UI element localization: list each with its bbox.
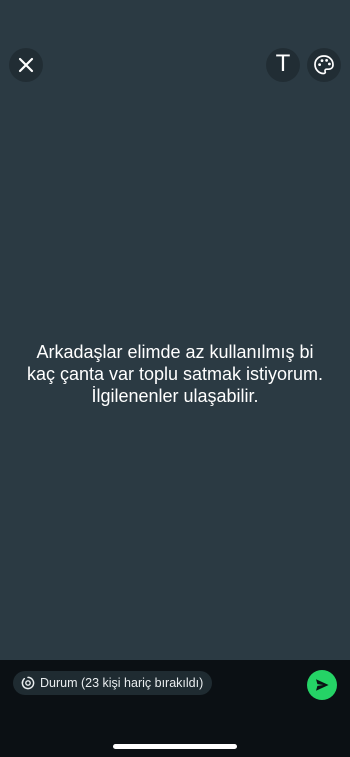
status-audience-selector[interactable]: Durum (23 kişi hariç bırakıldı) <box>13 671 213 695</box>
close-icon <box>18 57 34 73</box>
status-composer-screen: T Arkadaşlar elimde az kullanılmış bi ka… <box>0 0 350 757</box>
send-icon <box>316 679 329 691</box>
status-text[interactable]: Arkadaşlar elimde az kullanılmış bi kaç … <box>20 341 330 407</box>
text-tool-icon: T <box>276 52 290 77</box>
status-ring-icon <box>21 676 35 690</box>
send-button[interactable] <box>307 670 337 700</box>
close-button[interactable] <box>9 48 43 82</box>
top-toolbar: T <box>0 0 350 100</box>
home-indicator[interactable] <box>113 744 237 749</box>
bottom-bar: Durum (23 kişi hariç bırakıldı) <box>0 660 350 757</box>
color-palette-button[interactable] <box>307 48 341 82</box>
palette-icon <box>314 55 334 75</box>
status-audience-label: Durum (23 kişi hariç bırakıldı) <box>40 676 204 690</box>
text-tool-button[interactable]: T <box>266 48 300 82</box>
